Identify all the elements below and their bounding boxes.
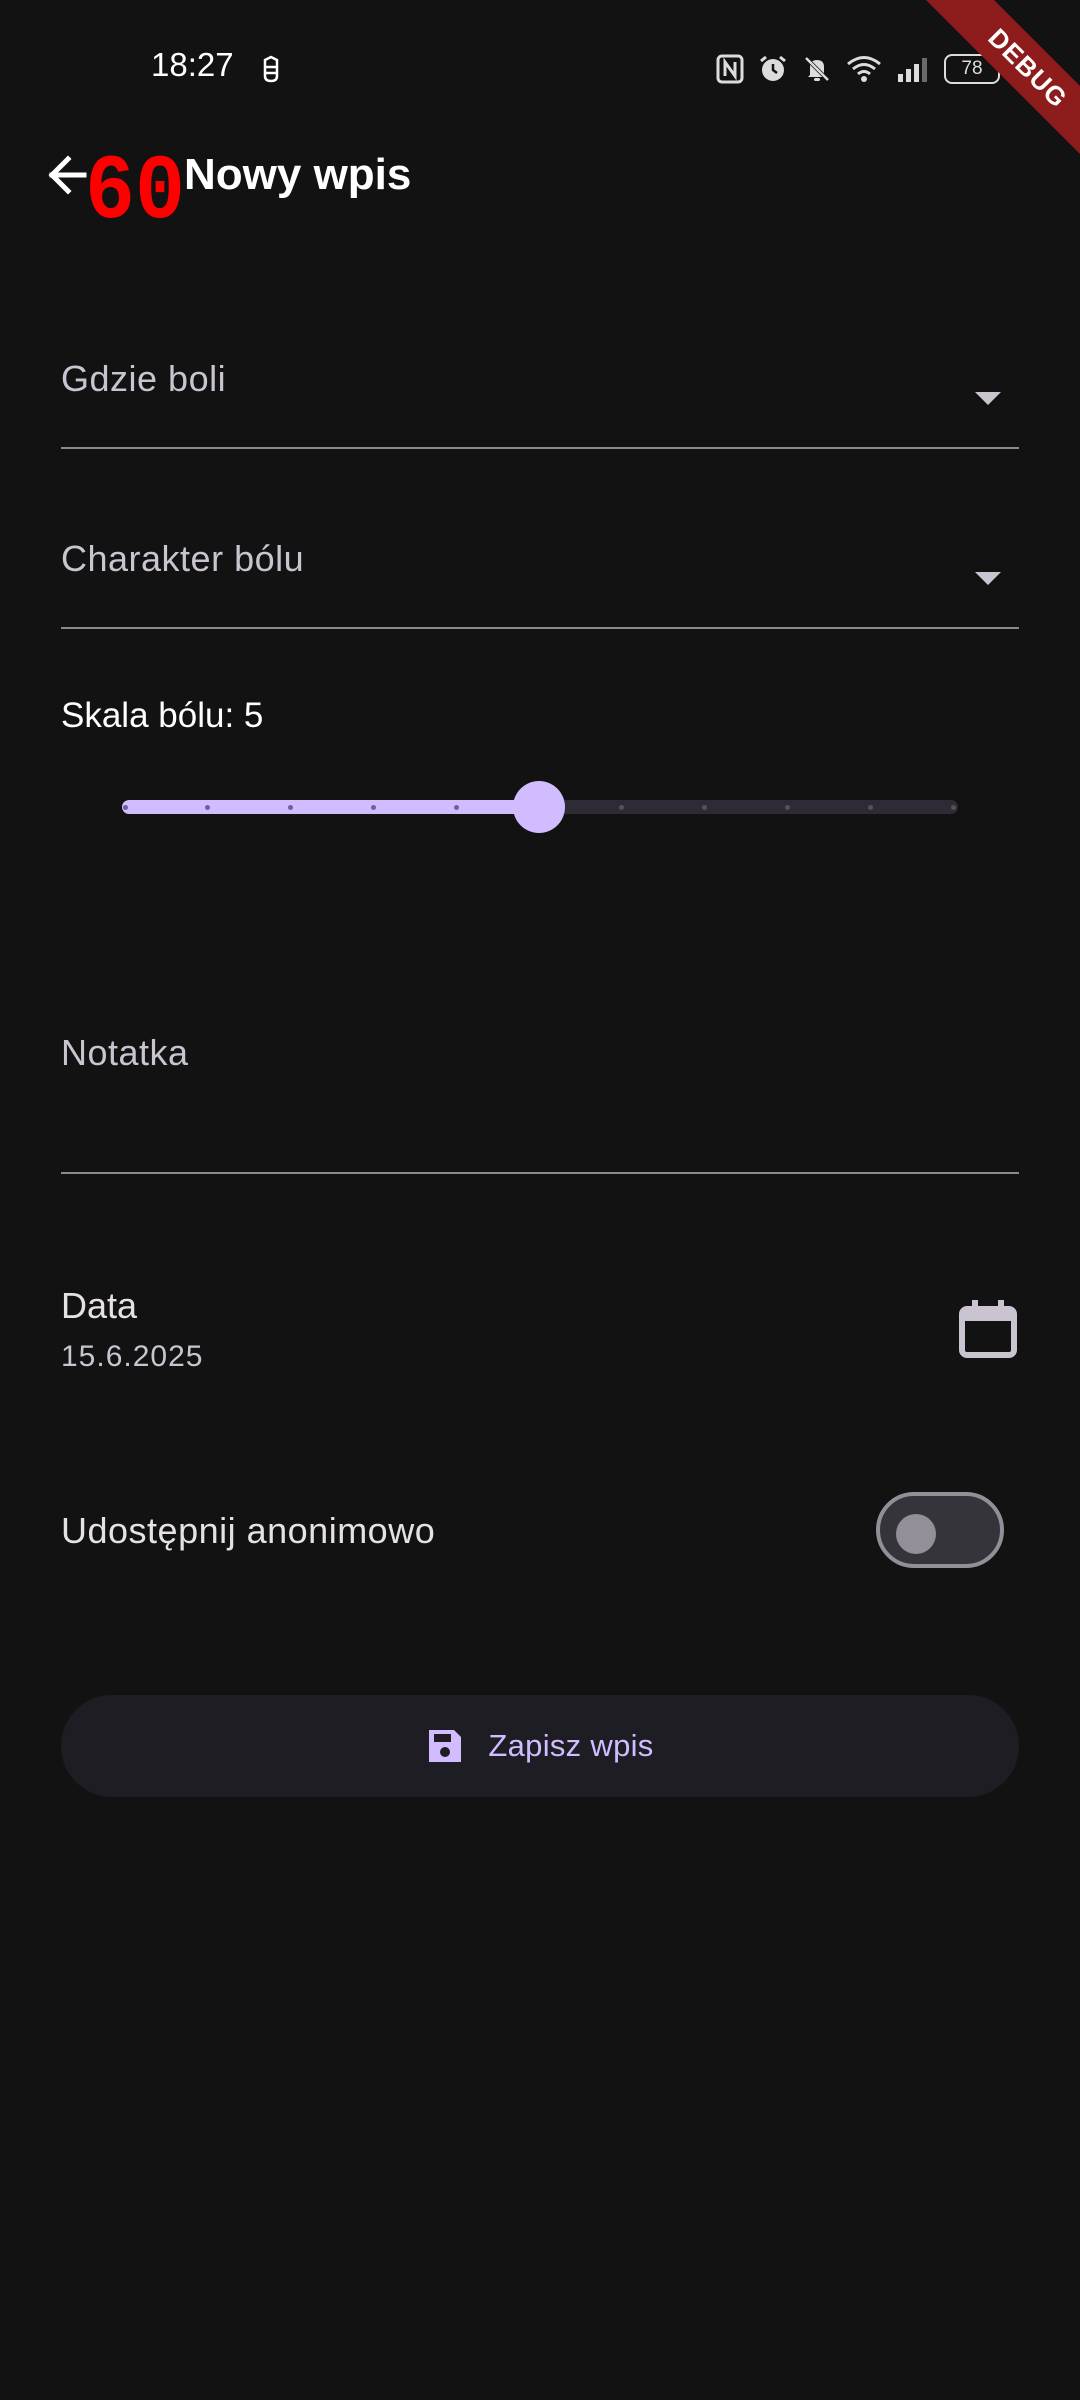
save-icon — [429, 1730, 462, 1762]
debug-banner-wrap: DEBUG — [880, 0, 1080, 200]
slider-tick — [122, 805, 128, 810]
fps-overlay: 60 — [85, 144, 185, 224]
pain-type-dropdown-label: Charakter bólu — [61, 538, 305, 579]
dropdown-caret-icon — [975, 392, 1001, 405]
bell-off-icon — [804, 56, 830, 82]
pain-scale-label: Skala bólu: 5 — [61, 696, 264, 735]
pain-type-dropdown-underline — [61, 627, 1019, 629]
status-time: 18:27 — [151, 46, 234, 83]
date-value: 15.6.2025 — [61, 1340, 204, 1373]
dropdown-caret-icon — [975, 572, 1001, 585]
location-dropdown[interactable]: Gdzie boli — [61, 340, 1019, 450]
date-label: Data — [61, 1285, 138, 1326]
wifi-icon — [847, 56, 881, 82]
slider-tick — [867, 805, 873, 810]
note-field[interactable]: Notatka — [61, 1010, 1019, 1175]
slider-tick — [370, 805, 376, 810]
note-field-label: Notatka — [61, 1032, 189, 1073]
note-field-underline — [61, 1172, 1019, 1174]
debug-banner: DEBUG — [912, 0, 1080, 184]
slider-thumb[interactable] — [513, 781, 565, 833]
slider-track-active — [122, 800, 539, 814]
location-dropdown-underline — [61, 447, 1019, 449]
slider-tick — [950, 805, 956, 810]
save-entry-button[interactable]: Zapisz wpis — [61, 1695, 1019, 1797]
pain-type-dropdown[interactable]: Charakter bólu — [61, 520, 1019, 630]
slider-tick — [453, 805, 459, 810]
alarm-icon — [760, 55, 786, 81]
debug-bug-icon — [258, 54, 284, 89]
location-dropdown-label: Gdzie boli — [61, 358, 227, 399]
page-title: Nowy wpis — [184, 150, 412, 199]
calendar-button[interactable] — [956, 1297, 1020, 1361]
switch-knob — [896, 1514, 936, 1554]
fps-overlay-text: 60 — [85, 144, 185, 224]
nfc-icon — [716, 54, 744, 84]
slider-tick — [784, 805, 790, 810]
save-entry-label: Zapisz wpis — [488, 1728, 654, 1763]
share-anonymous-switch[interactable] — [876, 1492, 1004, 1568]
share-anonymous-label: Udostępnij anonimowo — [61, 1510, 436, 1551]
calendar-icon — [959, 1300, 1017, 1358]
